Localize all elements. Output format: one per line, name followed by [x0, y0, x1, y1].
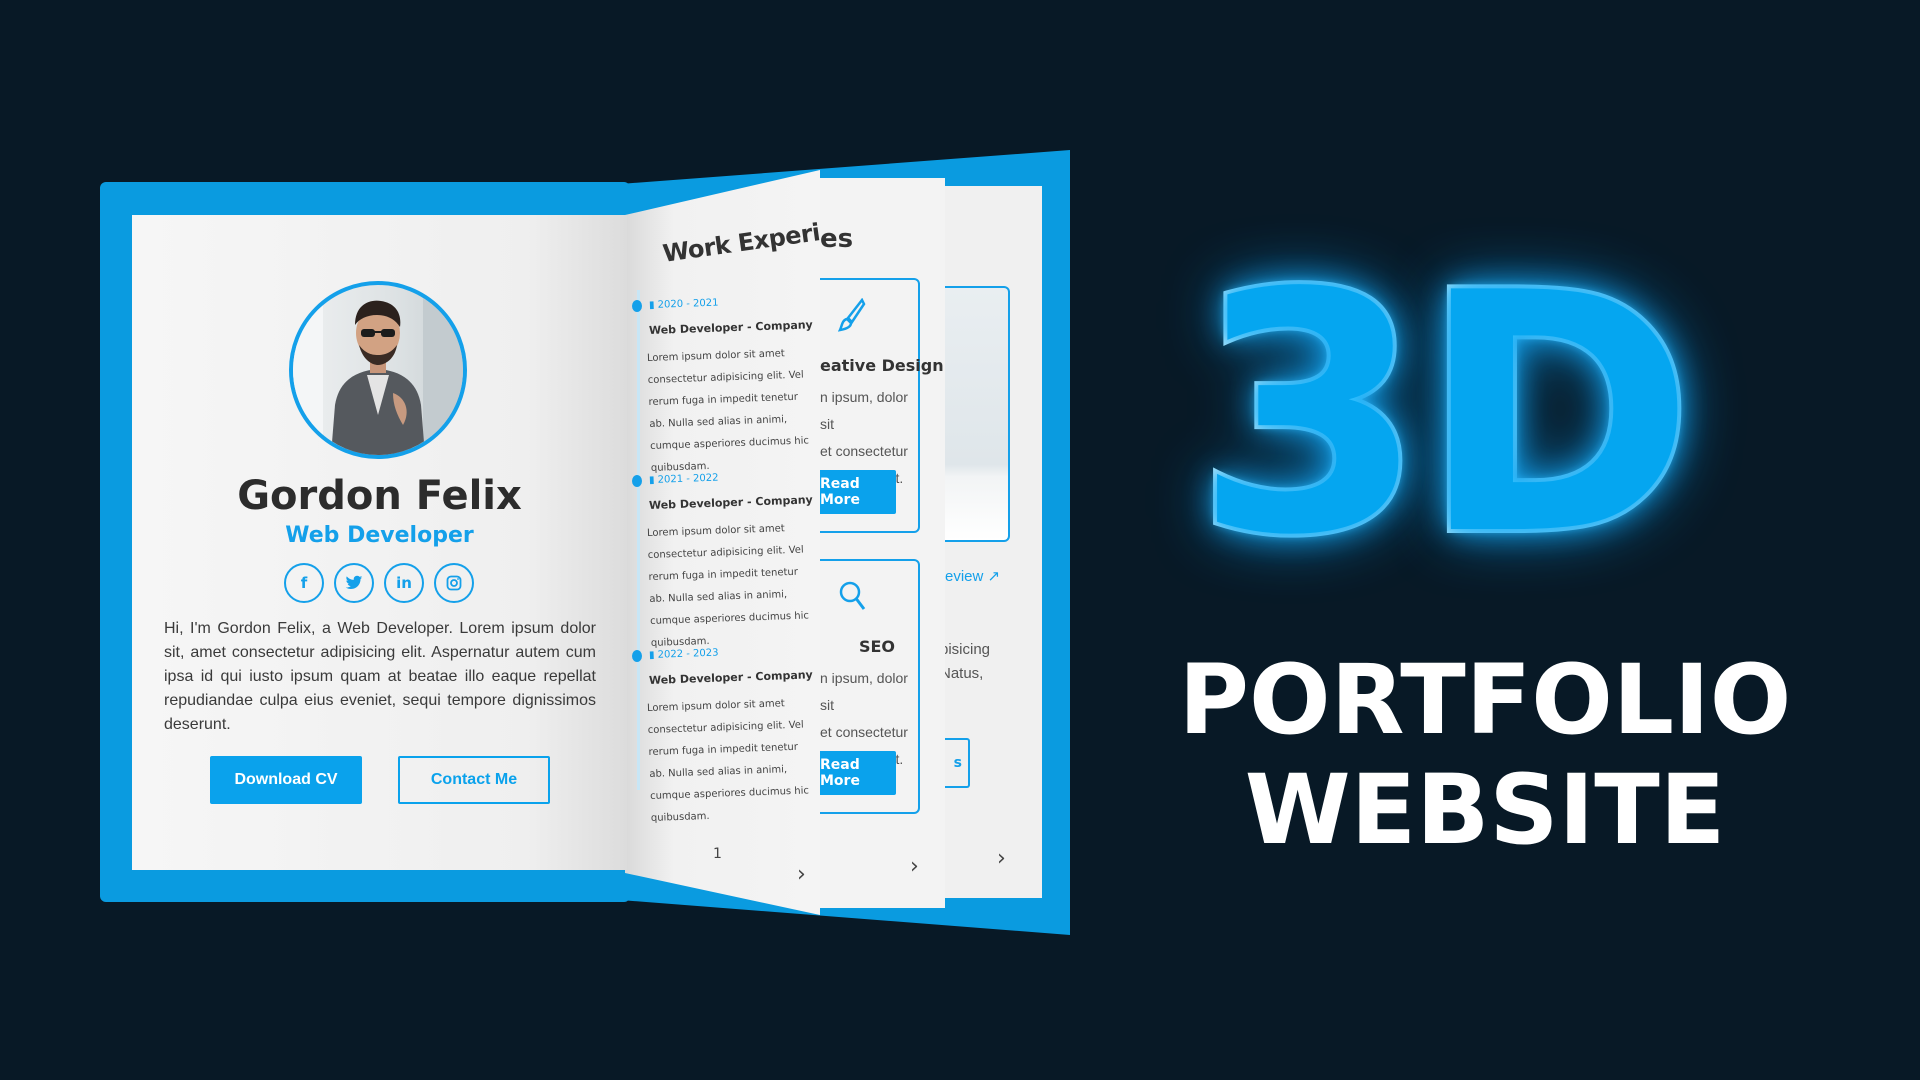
next-page-button[interactable]: ›	[910, 854, 919, 879]
page-number: 1	[713, 846, 722, 862]
profile-bio: Hi, I'm Gordon Felix, a Web Developer. L…	[164, 620, 596, 733]
project-description: bisicing Natus,	[940, 641, 991, 682]
experience-title: Web Developer - Company	[648, 493, 813, 512]
profile-page: Gordon Felix Web Developer f in Hi, I'm …	[132, 215, 627, 870]
external-link-icon: ↗	[987, 568, 1001, 585]
profile-name: Gordon Felix	[237, 473, 522, 519]
experience-body: Lorem ipsum dolor sit amet consectetur a…	[646, 523, 810, 649]
headline-3d: 3D	[1191, 221, 1699, 609]
timeline-dot	[632, 475, 642, 487]
download-cv-button[interactable]: Download CV	[210, 756, 362, 804]
linkedin-icon[interactable]: in	[384, 563, 424, 603]
service-title: SEO	[858, 637, 896, 656]
projects-page: review ↗ bisicing Natus, s ›	[940, 186, 1042, 898]
timeline-dot	[632, 650, 642, 662]
experience-heading: Work Experience	[661, 209, 820, 268]
experience-page: Work Experience ▮ 2020 - 2021 Web Develo…	[625, 170, 820, 915]
experience-body: Lorem ipsum dolor sit amet consectetur a…	[646, 348, 810, 474]
service-card: SEO n ipsum, dolor sit et consectetur di…	[820, 559, 920, 814]
twitter-icon[interactable]	[334, 563, 374, 603]
experience-date: ▮ 2020 - 2021	[648, 297, 719, 311]
service-card: eative Design n ipsum, dolor sit et cons…	[820, 278, 944, 533]
experience-title: Web Developer - Company	[648, 668, 813, 687]
experience-body: Lorem ipsum dolor sit amet consectetur a…	[646, 698, 810, 824]
read-more-button[interactable]: Read More	[820, 751, 896, 795]
social-links: f in	[284, 563, 484, 607]
experience-date: ▮ 2022 - 2023	[648, 647, 719, 661]
experience-title: Web Developer - Company	[648, 318, 813, 337]
timeline-dot	[632, 300, 642, 312]
services-page: es eative Design n ipsum, dolor sit et c…	[820, 178, 945, 908]
preview-link[interactable]: review ↗	[940, 567, 1000, 585]
next-page-button[interactable]: ›	[797, 862, 806, 887]
headline-website: WEBSITE	[1244, 754, 1726, 866]
experience-date: ▮ 2021 - 2022	[648, 472, 719, 486]
headline-portfolio: PORTFOLIO	[1178, 644, 1792, 756]
services-heading: es	[820, 224, 854, 254]
profile-role: Web Developer	[285, 523, 474, 548]
next-page-button[interactable]: ›	[997, 846, 1006, 871]
service-title: eative Design	[820, 356, 944, 375]
paintbrush-icon	[837, 297, 866, 340]
avatar	[289, 281, 467, 459]
timeline-line	[637, 290, 640, 790]
facebook-icon[interactable]: f	[284, 563, 324, 603]
search-icon	[838, 579, 866, 621]
project-image	[940, 286, 1010, 542]
read-more-button[interactable]: Read More	[820, 470, 896, 514]
contact-me-button[interactable]: Contact Me	[398, 756, 550, 804]
instagram-icon[interactable]	[434, 563, 474, 603]
